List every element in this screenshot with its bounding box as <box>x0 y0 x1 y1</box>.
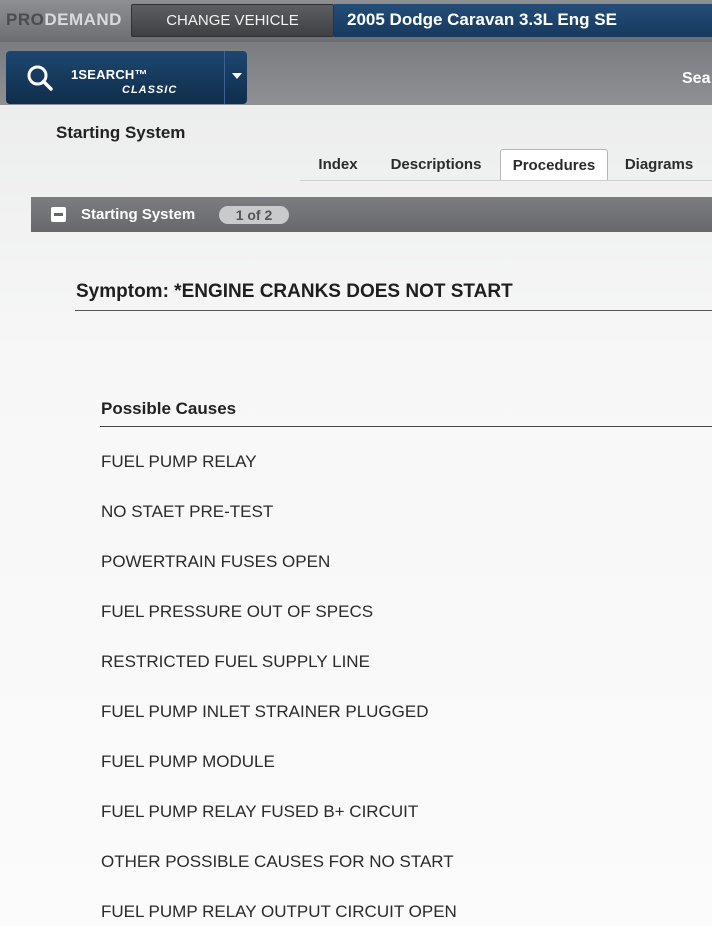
search-sublabel: CLASSIC <box>122 84 178 96</box>
section-header: Starting System 1 of 2 <box>31 197 712 232</box>
cause-item[interactable]: FUEL PUMP RELAY OUTPUT CIRCUIT OPEN <box>101 900 457 950</box>
1search-button[interactable]: 1SEARCH™ CLASSIC <box>6 51 247 104</box>
symptom-heading: Symptom: *ENGINE CRANKS DOES NOT START <box>76 281 513 302</box>
search-right-label[interactable]: Sea <box>682 70 710 88</box>
tab-index[interactable]: Index <box>300 149 376 181</box>
page-title: Starting System <box>56 123 186 142</box>
search-icon <box>27 65 53 91</box>
change-vehicle-button[interactable]: CHANGE VEHICLE <box>131 4 334 37</box>
cause-item[interactable]: FUEL PUMP RELAY <box>101 450 457 500</box>
possible-causes-heading: Possible Causes <box>101 399 237 418</box>
cause-item[interactable]: FUEL PUMP INLET STRAINER PLUGGED <box>101 700 457 750</box>
cause-item[interactable]: FUEL PUMP RELAY FUSED B+ CIRCUIT <box>101 800 457 850</box>
tab-diagrams[interactable]: Diagrams <box>612 149 706 181</box>
vehicle-label[interactable]: 2005 Dodge Caravan 3.3L Eng SE <box>334 4 712 37</box>
cause-item[interactable]: NO STAET PRE-TEST <box>101 500 457 550</box>
pager-badge: 1 of 2 <box>219 206 289 224</box>
tab-procedures[interactable]: Procedures <box>500 149 608 181</box>
logo-demand: DEMAND <box>44 10 122 29</box>
search-label: 1SEARCH™ <box>71 67 148 82</box>
tab-descriptions[interactable]: Descriptions <box>376 149 496 181</box>
cause-item[interactable]: RESTRICTED FUEL SUPPLY LINE <box>101 650 457 700</box>
chevron-down-icon[interactable] <box>230 71 244 81</box>
tabs-divider <box>300 180 712 181</box>
prodemand-logo[interactable]: PRODEMAND <box>6 10 122 30</box>
top-bar: PRODEMAND CHANGE VEHICLE 2005 Dodge Cara… <box>0 0 712 42</box>
symptom-divider <box>75 310 712 311</box>
collapse-minus-icon[interactable] <box>51 207 66 222</box>
section-title: Starting System <box>81 206 196 223</box>
search-divider <box>224 51 225 104</box>
search-bar: 1SEARCH™ CLASSIC <box>0 42 712 105</box>
cause-item[interactable]: OTHER POSSIBLE CAUSES FOR NO START <box>101 850 457 900</box>
possible-causes-list: FUEL PUMP RELAY NO STAET PRE-TEST POWERT… <box>101 450 457 950</box>
cause-item[interactable]: POWERTRAIN FUSES OPEN <box>101 550 457 600</box>
logo-pro: PRO <box>6 10 45 29</box>
cause-item[interactable]: FUEL PRESSURE OUT OF SPECS <box>101 600 457 650</box>
causes-divider <box>100 426 712 427</box>
cause-item[interactable]: FUEL PUMP MODULE <box>101 750 457 800</box>
